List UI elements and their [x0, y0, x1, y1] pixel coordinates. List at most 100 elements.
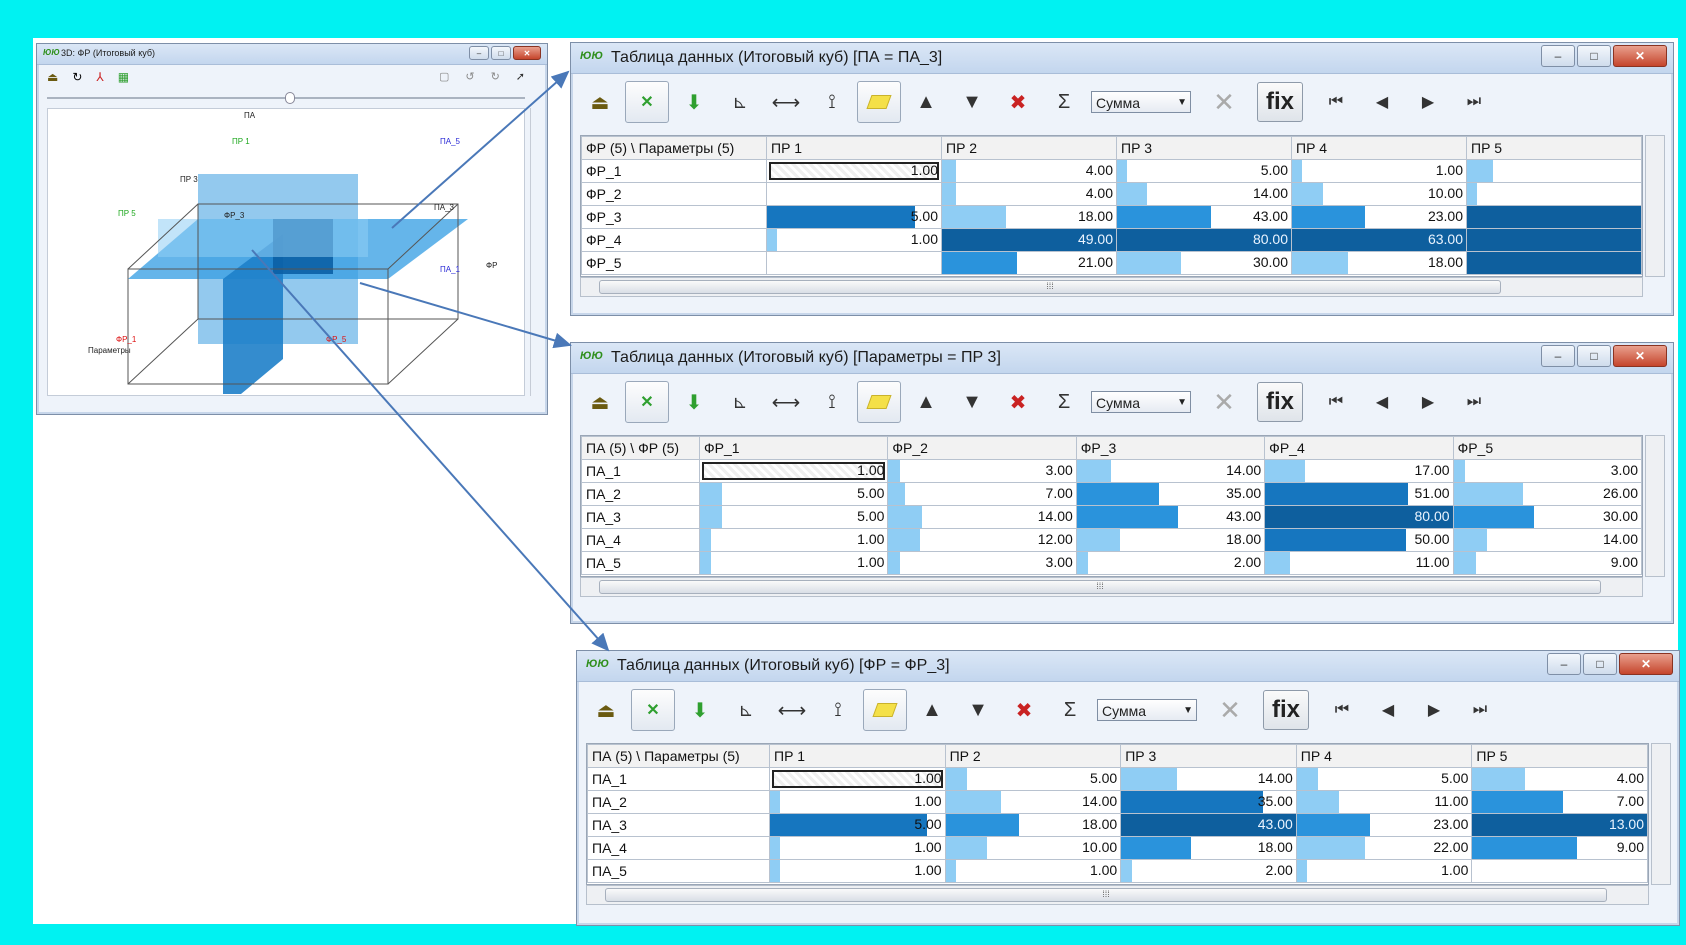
- column-header[interactable]: ПР 1: [766, 136, 942, 160]
- data-cell[interactable]: 1.00: [698, 528, 889, 552]
- sort-descending-icon[interactable]: ▼: [951, 382, 993, 422]
- data-cell[interactable]: 43.00: [1116, 205, 1292, 229]
- data-cell[interactable]: 1.00: [766, 159, 942, 183]
- data-cell[interactable]: 7.00: [1471, 790, 1648, 814]
- column-header[interactable]: ПР 3: [1120, 744, 1297, 768]
- data-cell[interactable]: 1.00: [1295, 859, 1473, 883]
- data-cell[interactable]: 1.00: [769, 767, 946, 791]
- data-cell[interactable]: 1.00: [769, 859, 946, 883]
- row-header[interactable]: ПА_5: [581, 551, 700, 575]
- sum-icon[interactable]: Σ: [1043, 382, 1085, 422]
- maximize-button[interactable]: □: [1577, 45, 1611, 67]
- minimize-button[interactable]: –: [1541, 45, 1575, 67]
- data-cell[interactable]: 5.00: [698, 505, 889, 529]
- column-header[interactable]: ПР 4: [1291, 136, 1467, 160]
- aggregate-select[interactable]: Сумма ▼: [1091, 391, 1191, 413]
- aggregate-select[interactable]: Сумма ▼: [1097, 699, 1197, 721]
- row-header[interactable]: ФР_1: [581, 159, 767, 183]
- data-cell[interactable]: 50.00: [1264, 528, 1454, 552]
- open-icon[interactable]: ⏏: [585, 690, 627, 730]
- data-cell[interactable]: 3.00: [1452, 459, 1642, 483]
- data-cell[interactable]: 4.00: [1471, 767, 1648, 791]
- last-page-icon[interactable]: ⏭: [1453, 382, 1495, 422]
- excel-export-icon[interactable]: ✕: [625, 81, 669, 123]
- pointer-icon[interactable]: ➚: [516, 70, 525, 83]
- vertical-scrollbar[interactable]: [1651, 743, 1671, 885]
- data-cell[interactable]: 21.00: [941, 251, 1117, 275]
- column-header[interactable]: ФР_2: [887, 436, 1077, 460]
- data-cell[interactable]: 1.00: [769, 790, 946, 814]
- data-cell[interactable]: 18.00: [944, 813, 1122, 837]
- data-cell[interactable]: [766, 182, 942, 206]
- data-cell[interactable]: 5.00: [698, 482, 889, 506]
- data-cell[interactable]: 5.00: [944, 767, 1122, 791]
- data-cell[interactable]: 1.00: [698, 551, 889, 575]
- redo-icon[interactable]: ↻: [491, 70, 500, 83]
- download-icon[interactable]: ⬇: [673, 382, 715, 422]
- data-cell[interactable]: 14.00: [944, 790, 1122, 814]
- data-cell[interactable]: 11.00: [1264, 551, 1454, 575]
- first-page-icon[interactable]: ⏮: [1315, 82, 1357, 122]
- horizontal-scrollbar[interactable]: ⁞⁞⁞: [580, 577, 1643, 597]
- data-cell[interactable]: 30.00: [1452, 505, 1642, 529]
- vertical-scrollbar[interactable]: [1645, 435, 1665, 577]
- fix-button[interactable]: fix: [1257, 382, 1303, 422]
- data-cell[interactable]: 2.00: [1120, 859, 1297, 883]
- undo-icon[interactable]: ↺: [465, 70, 474, 83]
- sort-ascending-icon[interactable]: ▲: [905, 382, 947, 422]
- sort-ascending-icon[interactable]: ▲: [911, 690, 953, 730]
- data-cell[interactable]: 9.00: [1471, 836, 1648, 860]
- prev-page-icon[interactable]: ◀: [1361, 82, 1403, 122]
- data-cell[interactable]: 13.00: [1471, 813, 1648, 837]
- data-cell[interactable]: 12.00: [887, 528, 1077, 552]
- maximize-button[interactable]: □: [491, 46, 511, 60]
- open-icon[interactable]: ⏏: [579, 82, 621, 122]
- data-cell[interactable]: 35.00: [1120, 790, 1297, 814]
- next-page-icon[interactable]: ▶: [1413, 690, 1455, 730]
- close-x-icon[interactable]: ✕: [1203, 382, 1245, 422]
- data-cell[interactable]: 3.00: [887, 459, 1077, 483]
- fit-width-icon[interactable]: ⟷: [765, 82, 807, 122]
- column-header[interactable]: ПР 1: [769, 744, 946, 768]
- minimize-button[interactable]: –: [469, 46, 489, 60]
- data-cell[interactable]: 4.00: [941, 182, 1117, 206]
- highlight-icon[interactable]: [863, 689, 907, 731]
- data-cell[interactable]: 10.00: [944, 836, 1122, 860]
- data-cell[interactable]: 5.00: [766, 205, 942, 229]
- download-icon[interactable]: ⬇: [673, 82, 715, 122]
- data-cell[interactable]: 26.00: [1452, 482, 1642, 506]
- row-header[interactable]: ПА_3: [587, 813, 770, 837]
- row-header[interactable]: ПА_2: [581, 482, 700, 506]
- data-cell[interactable]: 14.00: [887, 505, 1077, 529]
- data-cell[interactable]: 11.00: [1295, 790, 1473, 814]
- data-cell[interactable]: 1.00: [769, 836, 946, 860]
- data-cell[interactable]: 51.00: [1264, 482, 1454, 506]
- data-cell[interactable]: 80.00: [1264, 505, 1454, 529]
- data-cell[interactable]: 49.00: [941, 228, 1117, 252]
- excel-export-icon[interactable]: ✕: [631, 689, 675, 731]
- clear-filter-icon[interactable]: ✖: [997, 382, 1039, 422]
- open-icon[interactable]: ⏏: [47, 70, 58, 90]
- row-header[interactable]: ФР_5: [581, 251, 767, 275]
- close-x-icon[interactable]: ✕: [1203, 82, 1245, 122]
- scroll-thumb[interactable]: ⁞⁞⁞: [599, 280, 1501, 294]
- aggregate-select[interactable]: Сумма ▼: [1091, 91, 1191, 113]
- minimize-button[interactable]: –: [1547, 653, 1581, 675]
- row-header[interactable]: ПА_4: [587, 836, 770, 860]
- highlight-icon[interactable]: [857, 381, 901, 423]
- data-cell[interactable]: 63.00: [1291, 228, 1467, 252]
- horizontal-scrollbar[interactable]: ⁞⁞⁞: [580, 277, 1643, 297]
- maximize-button[interactable]: □: [1577, 345, 1611, 367]
- close-button[interactable]: ✕: [1619, 653, 1673, 675]
- row-header[interactable]: ФР_2: [581, 182, 767, 206]
- data-cell[interactable]: 9.00: [1452, 551, 1642, 575]
- data-cell[interactable]: 7.00: [887, 482, 1077, 506]
- data-cell[interactable]: [1466, 251, 1642, 275]
- data-cell[interactable]: 5.00: [769, 813, 946, 837]
- open-icon[interactable]: ⏏: [579, 382, 621, 422]
- axes-corner-icon[interactable]: ⊾: [719, 82, 761, 122]
- next-page-icon[interactable]: ▶: [1407, 382, 1449, 422]
- column-header[interactable]: ФР_4: [1264, 436, 1454, 460]
- data-cell[interactable]: 18.00: [1291, 251, 1467, 275]
- fix-button[interactable]: fix: [1257, 82, 1303, 122]
